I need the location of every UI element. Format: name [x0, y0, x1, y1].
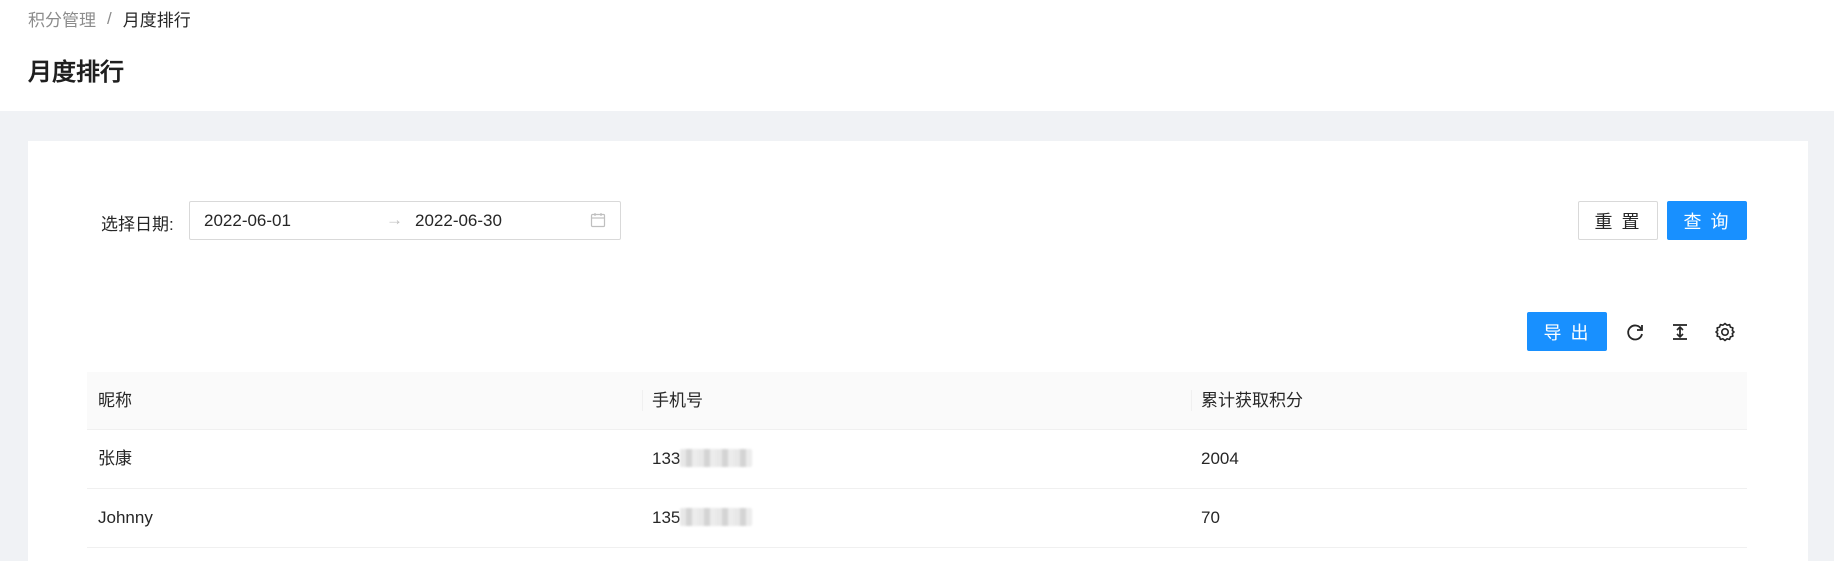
breadcrumb: 积分管理 / 月度排行 — [28, 6, 191, 31]
cell-points: 2004 — [1201, 449, 1239, 468]
query-button[interactable]: 查 询 — [1667, 201, 1747, 240]
page-header: 积分管理 / 月度排行 月度排行 — [0, 0, 1834, 111]
density-icon[interactable] — [1669, 321, 1691, 343]
phone-prefix: 135 — [652, 508, 681, 527]
settings-icon[interactable] — [1714, 321, 1736, 343]
table-row: Johnny 135 70 — [87, 489, 1747, 548]
breadcrumb-separator: / — [107, 8, 112, 28]
breadcrumb-current: 月度排行 — [122, 11, 191, 30]
column-divider — [642, 390, 643, 411]
ranking-table: 昵称 手机号 累计获取积分 张康 133 2004 Johnny 135 70 — [87, 372, 1747, 548]
date-range-picker[interactable]: 2022-06-01 → 2022-06-30 — [189, 201, 621, 240]
page-title: 月度排行 — [28, 59, 124, 86]
column-header-nickname: 昵称 — [98, 391, 132, 410]
calendar-icon — [590, 213, 606, 228]
table-row: 张康 133 2004 — [87, 430, 1747, 489]
cell-points: 70 — [1201, 508, 1220, 527]
phone-prefix: 133 — [652, 449, 681, 468]
cell-phone: 135 — [652, 489, 753, 547]
cell-nickname: Johnny — [98, 508, 153, 527]
breadcrumb-parent[interactable]: 积分管理 — [28, 6, 96, 31]
range-arrow-icon: → — [386, 210, 403, 229]
date-filter-label: 选择日期: — [101, 215, 174, 234]
column-header-points: 累计获取积分 — [1201, 391, 1303, 410]
cell-nickname: 张康 — [98, 449, 132, 468]
column-header-phone: 手机号 — [652, 391, 703, 410]
content-card: 选择日期: 2022-06-01 → 2022-06-30 重 置 查 询 导 … — [28, 141, 1808, 561]
reset-button[interactable]: 重 置 — [1578, 201, 1658, 240]
reload-icon[interactable] — [1624, 321, 1646, 343]
masked-phone — [680, 508, 753, 527]
table-header: 昵称 手机号 累计获取积分 — [87, 372, 1747, 430]
export-button[interactable]: 导 出 — [1527, 312, 1607, 351]
column-divider — [1191, 390, 1192, 411]
start-date-input[interactable]: 2022-06-01 — [204, 211, 291, 231]
masked-phone — [680, 449, 753, 468]
end-date-input[interactable]: 2022-06-30 — [415, 211, 502, 231]
cell-phone: 133 — [652, 430, 753, 488]
